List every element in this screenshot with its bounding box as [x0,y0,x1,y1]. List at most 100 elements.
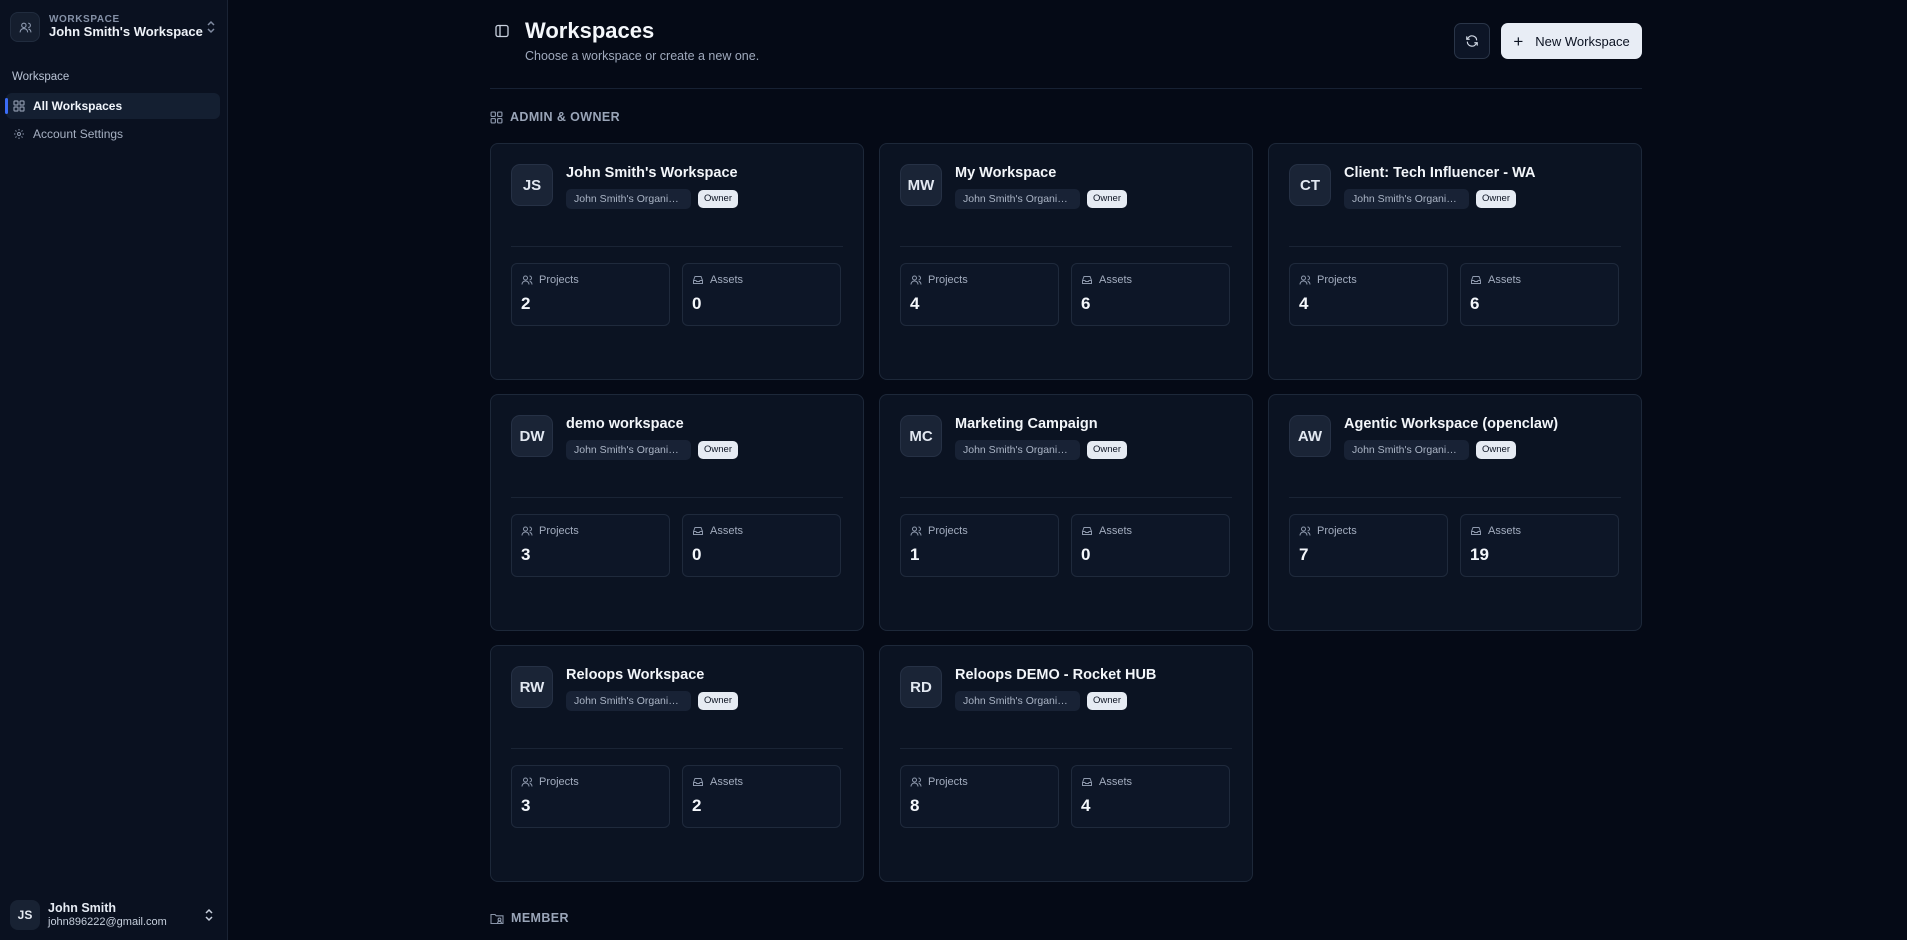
stat-value: 8 [910,796,920,815]
users-icon [521,525,539,537]
users-icon [1299,525,1317,537]
card-divider [900,246,1232,247]
page-title: Workspaces [525,18,655,43]
workspace-name: John Smith's Workspace [566,165,738,181]
sidebar-item-all-workspaces[interactable]: All Workspaces [5,93,220,119]
inbox-icon [1081,274,1099,286]
inbox-icon [692,776,710,788]
inbox-icon [692,525,710,537]
stat-value: 0 [692,294,702,313]
workspace-initials: RW [511,666,553,708]
main-content: Workspaces Choose a workspace or create … [228,0,1907,940]
users-icon [521,776,539,788]
sidebar-toggle-icon[interactable] [495,24,509,38]
workspace-card[interactable]: JS John Smith's Workspace John Smith's O… [490,143,864,380]
assets-stat: Assets 19 [1460,514,1619,577]
inbox-icon [1470,525,1488,537]
stat-value: 4 [1081,796,1091,815]
role-badge: Owner [1087,190,1127,208]
stat-label: Assets [710,274,744,286]
card-divider [900,748,1232,749]
workspace-initials: RD [900,666,942,708]
user-menu[interactable]: JS John Smith john896222@gmail.com [10,898,220,932]
stat-label: Assets [1488,525,1522,537]
role-badge: Owner [698,692,738,710]
users-icon [910,525,928,537]
stat-label: Assets [710,525,744,537]
stat-label: Projects [539,274,579,286]
card-divider [900,497,1232,498]
projects-stat: Projects 7 [1289,514,1448,577]
workspace-initials: AW [1289,415,1331,457]
workspace-card[interactable]: MC Marketing Campaign John Smith's Organ… [879,394,1253,631]
organization-badge: John Smith's Organization [955,189,1080,209]
stat-label: Projects [928,776,968,788]
stat-label: Projects [928,525,968,537]
assets-stat: Assets 2 [682,765,841,828]
group-label-text: MEMBER [511,911,569,925]
stat-value: 3 [521,796,531,815]
refresh-button[interactable] [1454,23,1490,59]
sidebar-item-label: Account Settings [33,127,124,141]
new-workspace-label: New Workspace [1535,33,1630,49]
sidebar-item-account-settings[interactable]: Account Settings [6,121,220,147]
stat-value: 2 [521,294,531,313]
stat-label: Assets [1099,776,1133,788]
users-icon [10,12,40,42]
card-divider [511,748,843,749]
role-badge: Owner [1476,441,1516,459]
chevron-up-down-icon [206,20,216,34]
stat-label: Assets [1099,525,1133,537]
inbox-icon [1470,274,1488,286]
role-badge: Owner [1476,190,1516,208]
user-email: john896222@gmail.com [48,915,167,928]
stat-value: 6 [1081,294,1091,313]
stat-label: Projects [928,274,968,286]
workspace-name: My Workspace [955,165,1057,181]
role-badge: Owner [1087,692,1127,710]
sidebar-item-label: All Workspaces [33,99,123,113]
inbox-icon [692,274,710,286]
users-icon [910,776,928,788]
organization-badge: John Smith's Organization [955,440,1080,460]
assets-stat: Assets 0 [682,263,841,326]
inbox-icon [1081,525,1099,537]
workspace-name: Agentic Workspace (openclaw) [1344,416,1559,432]
workspace-card[interactable]: AW Agentic Workspace (openclaw) John Smi… [1268,394,1642,631]
users-icon [910,274,928,286]
workspace-card[interactable]: MW My Workspace John Smith's Organizatio… [879,143,1253,380]
projects-stat: Projects 2 [511,263,670,326]
workspace-switcher[interactable]: WORKSPACE John Smith's Workspace [10,10,220,44]
sidebar-section-label: Workspace [12,71,70,83]
stat-value: 4 [1299,294,1309,313]
grid-icon [490,110,503,124]
users-icon [521,274,539,286]
role-badge: Owner [698,190,738,208]
stat-label: Projects [1317,274,1357,286]
stat-value: 19 [1470,545,1489,564]
inbox-icon [1081,776,1099,788]
workspace-name: Client: Tech Influencer - WA [1344,165,1536,181]
workspace-initials: MW [900,164,942,206]
grid-icon [13,100,25,112]
assets-stat: Assets 6 [1071,263,1230,326]
stat-value: 2 [692,796,702,815]
stat-label: Assets [1099,274,1133,286]
workspace-name: Reloops DEMO - Rocket HUB [955,667,1157,683]
new-workspace-button[interactable]: + New Workspace [1501,23,1642,59]
organization-badge: John Smith's Organization [566,440,691,460]
workspace-card[interactable]: RD Reloops DEMO - Rocket HUB John Smith'… [879,645,1253,882]
stat-value: 0 [692,545,702,564]
card-divider [511,246,843,247]
stat-value: 4 [910,294,920,313]
workspace-card[interactable]: DW demo workspace John Smith's Organizat… [490,394,864,631]
stat-value: 0 [1081,545,1091,564]
organization-badge: John Smith's Organization [1344,440,1469,460]
sidebar: WORKSPACE John Smith's Workspace Workspa… [0,0,228,940]
workspace-card[interactable]: CT Client: Tech Influencer - WA John Smi… [1268,143,1642,380]
assets-stat: Assets 4 [1071,765,1230,828]
projects-stat: Projects 1 [900,514,1059,577]
workspace-card[interactable]: RW Reloops Workspace John Smith's Organi… [490,645,864,882]
folder-users-icon [490,912,504,925]
workspace-name: Reloops Workspace [566,667,705,683]
